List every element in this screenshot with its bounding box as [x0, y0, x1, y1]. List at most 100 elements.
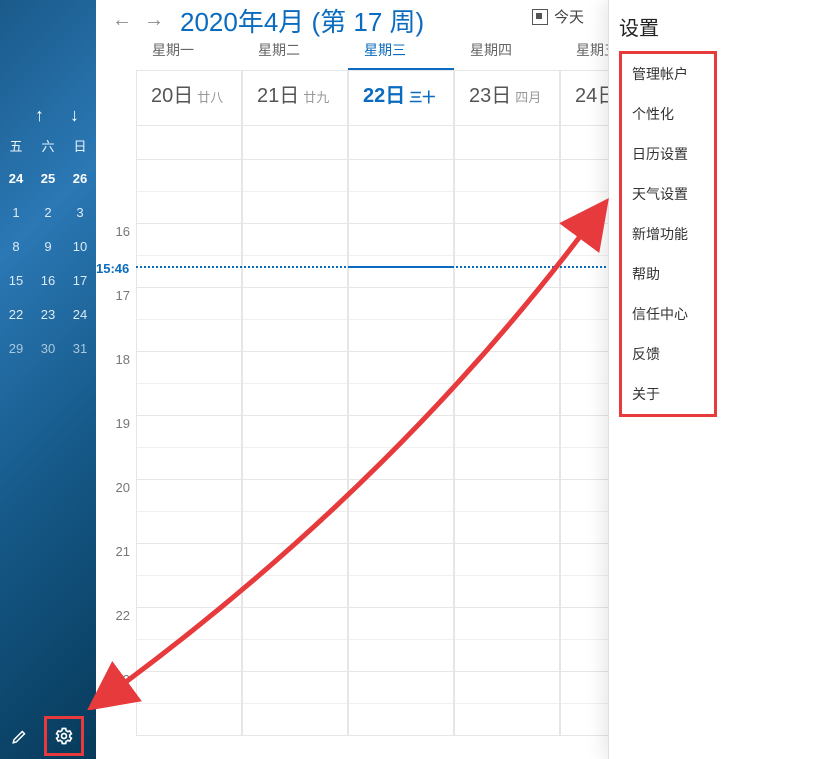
mini-cal-day[interactable]: 17: [64, 264, 96, 298]
mini-cal-day[interactable]: 24: [0, 162, 32, 196]
mini-cal-day[interactable]: 2: [32, 196, 64, 230]
today-label: 今天: [554, 6, 584, 27]
mini-cal-down-icon[interactable]: ↓: [70, 105, 79, 126]
settings-item[interactable]: 管理帐户: [622, 54, 714, 94]
time-cell[interactable]: [454, 224, 560, 288]
time-cell[interactable]: [136, 544, 242, 608]
time-cell[interactable]: [136, 416, 242, 480]
mini-cal-day[interactable]: 8: [0, 230, 32, 264]
mini-cal-day[interactable]: 25: [32, 162, 64, 196]
time-cell[interactable]: [454, 160, 560, 224]
mini-cal-up-icon[interactable]: ↑: [35, 105, 44, 126]
time-cell[interactable]: [348, 288, 454, 352]
mini-cal-day[interactable]: 3: [64, 196, 96, 230]
time-cell[interactable]: [454, 672, 560, 736]
time-cell[interactable]: [348, 352, 454, 416]
time-cell[interactable]: [242, 480, 348, 544]
allday-cell[interactable]: [242, 126, 348, 160]
sidebar-bottom-icons: [0, 716, 96, 756]
settings-item[interactable]: 个性化: [622, 94, 714, 134]
today-button[interactable]: 今天: [532, 6, 584, 27]
time-cell[interactable]: [454, 352, 560, 416]
settings-gear-button[interactable]: [44, 716, 84, 756]
chevron-right-icon[interactable]: →: [138, 9, 170, 32]
date-number: 22日: [363, 85, 405, 107]
time-cell[interactable]: [136, 288, 242, 352]
time-cell[interactable]: [348, 544, 454, 608]
time-cell[interactable]: [348, 608, 454, 672]
weekday-header: 星期三: [348, 40, 454, 70]
allday-cell[interactable]: [136, 126, 242, 160]
time-cell[interactable]: [242, 288, 348, 352]
time-cell[interactable]: [242, 544, 348, 608]
mini-cal-grid: 2425261238910151617222324293031: [0, 162, 96, 366]
allday-cell[interactable]: [454, 126, 560, 160]
mini-cal-nav: ↑ ↓: [22, 100, 92, 130]
lunar-label: 廿九: [303, 90, 329, 105]
settings-list: 管理帐户个性化日历设置天气设置新增功能帮助信任中心反馈关于: [619, 51, 717, 417]
mini-cal-day[interactable]: 31: [64, 332, 96, 366]
time-cell[interactable]: [348, 672, 454, 736]
hour-label: 22: [96, 608, 136, 672]
allday-cell[interactable]: [348, 126, 454, 160]
weekday-header: 星期二: [242, 40, 348, 70]
mini-cal-day[interactable]: 26: [64, 162, 96, 196]
time-cell[interactable]: [454, 608, 560, 672]
time-cell[interactable]: [136, 224, 242, 288]
time-cell[interactable]: [454, 480, 560, 544]
edit-icon[interactable]: [0, 716, 40, 756]
chevron-left-icon[interactable]: ←: [106, 9, 138, 32]
time-cell[interactable]: [136, 160, 242, 224]
calendar-title: 2020年4月 (第 17 周): [180, 2, 424, 39]
settings-item[interactable]: 新增功能: [622, 214, 714, 254]
time-cell[interactable]: [242, 608, 348, 672]
settings-item[interactable]: 天气设置: [622, 174, 714, 214]
mini-cal-day[interactable]: 30: [32, 332, 64, 366]
mini-cal-day[interactable]: 15: [0, 264, 32, 298]
time-cell[interactable]: [348, 224, 454, 288]
time-cell[interactable]: [454, 544, 560, 608]
time-cell[interactable]: [242, 160, 348, 224]
hour-label: 20: [96, 480, 136, 544]
time-cell[interactable]: [136, 352, 242, 416]
date-header-cell[interactable]: 22日三十: [348, 70, 454, 126]
time-cell[interactable]: [242, 416, 348, 480]
mini-cal-day[interactable]: 24: [64, 298, 96, 332]
time-cell[interactable]: [348, 416, 454, 480]
time-cell[interactable]: [454, 288, 560, 352]
time-cell[interactable]: [242, 672, 348, 736]
time-cell[interactable]: [348, 480, 454, 544]
settings-item[interactable]: 关于: [622, 374, 714, 414]
hour-label: 19: [96, 416, 136, 480]
settings-item[interactable]: 反馈: [622, 334, 714, 374]
time-cell[interactable]: [136, 480, 242, 544]
mini-cal-day-headers: 五 六 日: [0, 133, 96, 161]
settings-item[interactable]: 帮助: [622, 254, 714, 294]
date-number: 23日: [469, 85, 511, 107]
date-header-cell[interactable]: 21日廿九: [242, 70, 348, 126]
mini-cal-day[interactable]: 10: [64, 230, 96, 264]
mini-cal-day[interactable]: 9: [32, 230, 64, 264]
settings-item[interactable]: 日历设置: [622, 134, 714, 174]
date-number: 20日: [151, 85, 193, 107]
hour-label: 21: [96, 544, 136, 608]
weekday-header: 星期一: [136, 40, 242, 70]
time-cell[interactable]: [242, 352, 348, 416]
mini-cal-day[interactable]: 23: [32, 298, 64, 332]
mini-cal-day[interactable]: 29: [0, 332, 32, 366]
time-cell[interactable]: [242, 224, 348, 288]
time-cell[interactable]: [348, 160, 454, 224]
time-cell[interactable]: [136, 608, 242, 672]
today-icon: [532, 9, 548, 25]
time-cell[interactable]: [454, 416, 560, 480]
lunar-label: 三十: [409, 90, 435, 105]
time-cell[interactable]: [136, 672, 242, 736]
mini-cal-day[interactable]: 22: [0, 298, 32, 332]
settings-item[interactable]: 信任中心: [622, 294, 714, 334]
date-header-cell[interactable]: 23日四月: [454, 70, 560, 126]
mini-cal-day[interactable]: 16: [32, 264, 64, 298]
mini-cal-day[interactable]: 1: [0, 196, 32, 230]
current-time-line-today: [348, 266, 454, 268]
date-header-cell[interactable]: 20日廿八: [136, 70, 242, 126]
current-time-label: 15:46: [96, 261, 129, 325]
